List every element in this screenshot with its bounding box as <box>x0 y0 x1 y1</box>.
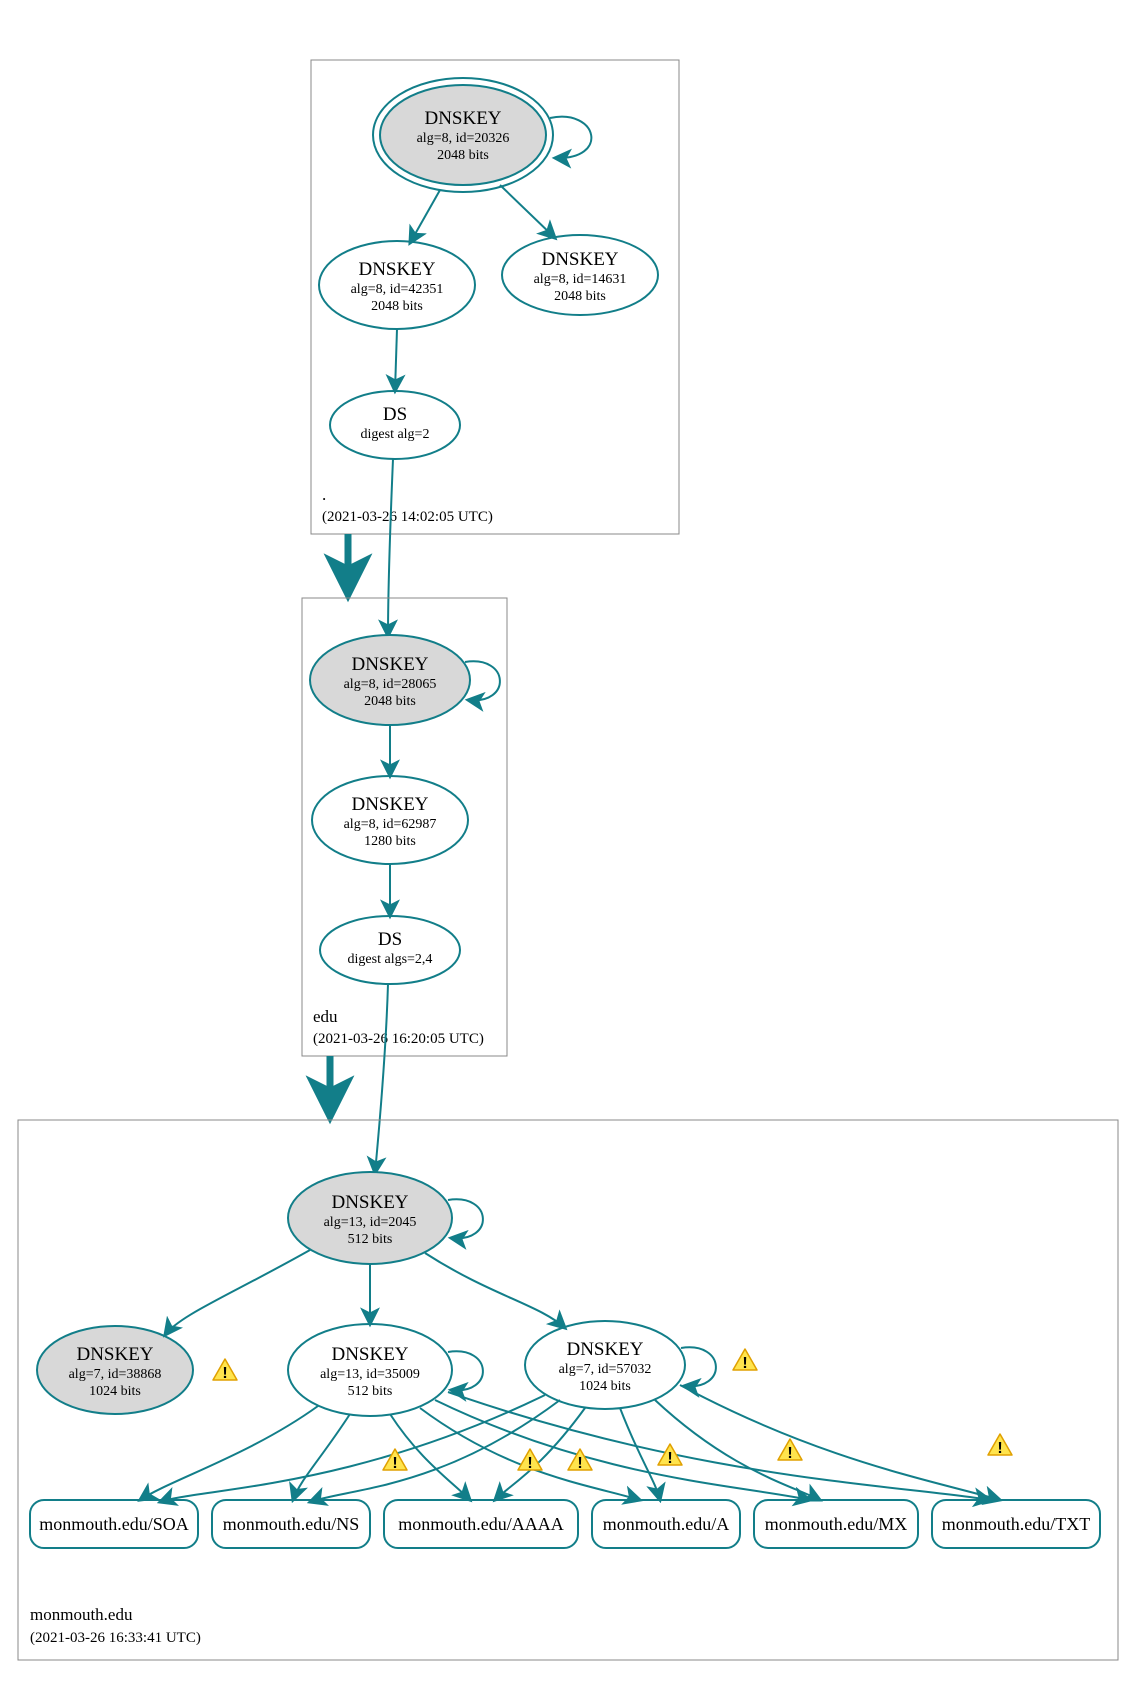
edge-self-root-ksk <box>550 117 591 158</box>
svg-text:alg=7, id=57032: alg=7, id=57032 <box>559 1362 652 1377</box>
svg-text:512 bits: 512 bits <box>348 1232 393 1247</box>
svg-text:alg=8, id=42351: alg=8, id=42351 <box>351 282 444 297</box>
node-root-ds: DS digest alg=2 <box>330 391 460 459</box>
svg-text:alg=8, id=20326: alg=8, id=20326 <box>417 131 510 146</box>
node-mon-k-right: DNSKEY alg=7, id=57032 1024 bits <box>525 1321 685 1409</box>
svg-text:digest algs=2,4: digest algs=2,4 <box>348 952 433 967</box>
svg-text:alg=8, id=28065: alg=8, id=28065 <box>344 677 437 692</box>
svg-text:DNSKEY: DNSKEY <box>566 1339 643 1360</box>
node-root-zsk: DNSKEY alg=8, id=42351 2048 bits <box>319 241 475 329</box>
zone-mon-time: (2021-03-26 16:33:41 UTC) <box>30 1630 201 1646</box>
svg-text:monmouth.edu/TXT: monmouth.edu/TXT <box>942 1514 1090 1534</box>
edge-root-ds-to-edu-ksk <box>388 459 393 636</box>
edge-self-mon-ksk <box>448 1199 483 1238</box>
edge-right-a <box>620 1408 660 1500</box>
warning-triangle-icon <box>733 1349 757 1372</box>
edge-root-zsk-ds <box>395 329 397 391</box>
svg-text:2048 bits: 2048 bits <box>554 289 606 304</box>
svg-text:monmouth.edu/A: monmouth.edu/A <box>603 1514 730 1534</box>
node-root-k2: DNSKEY alg=8, id=14631 2048 bits <box>502 235 658 315</box>
node-edu-zsk: DNSKEY alg=8, id=62987 1280 bits <box>312 776 468 864</box>
svg-text:monmouth.edu/MX: monmouth.edu/MX <box>765 1514 908 1534</box>
zone-edu-name: edu <box>313 1007 338 1026</box>
svg-text:2048 bits: 2048 bits <box>364 694 416 709</box>
record-soa: monmouth.edu/SOA <box>30 1500 198 1548</box>
warning-triangle-icon <box>383 1449 407 1472</box>
dnssec-graph: ! . (2021-03-26 14:02:05 UTC) DNSKEY alg… <box>0 0 1135 1690</box>
svg-text:DNSKEY: DNSKEY <box>351 794 428 815</box>
warning-triangle-icon <box>213 1359 237 1382</box>
edge-self-mon-k-mid <box>448 1351 483 1390</box>
record-aaaa: monmouth.edu/AAAA <box>384 1500 578 1548</box>
zone-root-time: (2021-03-26 14:02:05 UTC) <box>322 509 493 525</box>
node-mon-k-grey: DNSKEY alg=7, id=38868 1024 bits <box>37 1326 193 1414</box>
svg-text:1280 bits: 1280 bits <box>364 834 416 849</box>
svg-text:DNSKEY: DNSKEY <box>424 108 501 129</box>
zone-edu-time: (2021-03-26 16:20:05 UTC) <box>313 1031 484 1047</box>
edge-edu-ds-to-mon-ksk <box>375 984 388 1173</box>
record-mx: monmouth.edu/MX <box>754 1500 918 1548</box>
svg-text:DNSKEY: DNSKEY <box>541 249 618 270</box>
node-mon-ksk: DNSKEY alg=13, id=2045 512 bits <box>288 1172 452 1264</box>
edge-root-ksk-k2 <box>500 185 555 238</box>
svg-text:DS: DS <box>383 404 407 425</box>
edge-root-ksk-zsk <box>410 190 440 243</box>
node-mon-k-mid: DNSKEY alg=13, id=35009 512 bits <box>288 1324 452 1416</box>
svg-text:DNSKEY: DNSKEY <box>331 1192 408 1213</box>
record-txt: monmouth.edu/TXT <box>932 1500 1100 1548</box>
svg-text:alg=8, id=62987: alg=8, id=62987 <box>344 817 437 832</box>
svg-text:DNSKEY: DNSKEY <box>76 1344 153 1365</box>
svg-text:alg=13, id=2045: alg=13, id=2045 <box>324 1215 417 1230</box>
svg-text:monmouth.edu/NS: monmouth.edu/NS <box>223 1514 360 1534</box>
svg-text:monmouth.edu/AAAA: monmouth.edu/AAAA <box>398 1514 564 1534</box>
edge-mid-ns <box>293 1414 350 1500</box>
warning-triangle-icon <box>988 1434 1012 1457</box>
svg-text:2048 bits: 2048 bits <box>371 299 423 314</box>
svg-text:monmouth.edu/SOA: monmouth.edu/SOA <box>39 1514 189 1534</box>
edge-mid-txt <box>448 1392 990 1500</box>
edge-mid-soa <box>140 1406 318 1500</box>
svg-text:alg=7, id=38868: alg=7, id=38868 <box>69 1367 162 1382</box>
svg-text:2048 bits: 2048 bits <box>437 148 489 163</box>
node-edu-ds: DS digest algs=2,4 <box>320 916 460 984</box>
warning-triangle-icon <box>778 1439 802 1462</box>
node-root-ksk: DNSKEY alg=8, id=20326 2048 bits <box>373 78 553 192</box>
zone-root-name: . <box>322 485 326 504</box>
warning-triangle-icon <box>518 1449 542 1472</box>
edge-self-mon-k-right <box>681 1347 716 1386</box>
svg-text:1024 bits: 1024 bits <box>579 1379 631 1394</box>
edge-mid-aaaa <box>390 1414 470 1500</box>
zone-mon-name: monmouth.edu <box>30 1605 133 1624</box>
svg-text:alg=13, id=35009: alg=13, id=35009 <box>320 1367 420 1382</box>
svg-text:DNSKEY: DNSKEY <box>358 259 435 280</box>
svg-text:1024 bits: 1024 bits <box>89 1384 141 1399</box>
record-ns: monmouth.edu/NS <box>212 1500 370 1548</box>
edge-mon-ksk-to-grey <box>165 1250 310 1335</box>
svg-text:alg=8, id=14631: alg=8, id=14631 <box>534 272 627 287</box>
svg-text:DNSKEY: DNSKEY <box>351 654 428 675</box>
svg-text:512 bits: 512 bits <box>348 1384 393 1399</box>
record-a: monmouth.edu/A <box>592 1500 740 1548</box>
svg-text:DS: DS <box>378 929 402 950</box>
node-edu-ksk: DNSKEY alg=8, id=28065 2048 bits <box>310 635 470 725</box>
svg-text:digest alg=2: digest alg=2 <box>361 427 430 442</box>
svg-text:DNSKEY: DNSKEY <box>331 1344 408 1365</box>
edge-mon-ksk-to-right <box>425 1253 565 1328</box>
